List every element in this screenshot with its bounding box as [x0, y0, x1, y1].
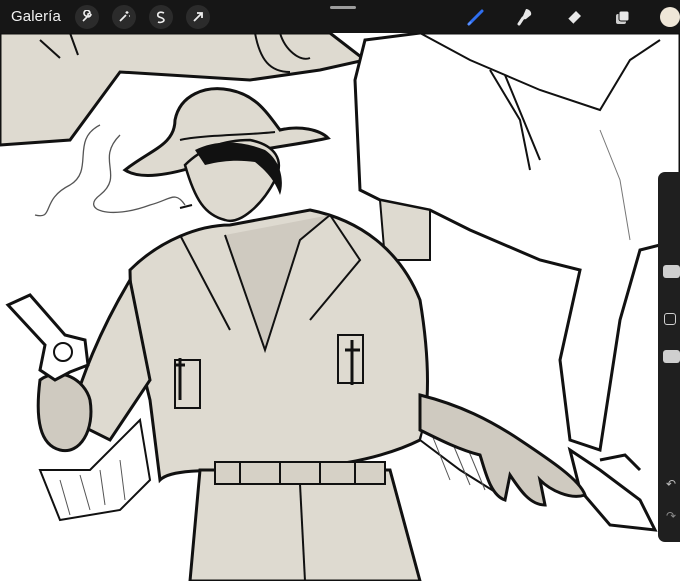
undo-icon[interactable]: ↶: [666, 478, 676, 490]
drag-handle[interactable]: [330, 6, 356, 9]
color-swatch[interactable]: [660, 6, 680, 27]
gallery-button[interactable]: Galería: [11, 8, 61, 25]
brush-size-slider[interactable]: [663, 265, 680, 278]
transform-arrow-icon[interactable]: [185, 4, 210, 29]
trousers: [188, 461, 422, 581]
modify-button[interactable]: [664, 313, 676, 325]
brush-icon[interactable]: [464, 5, 488, 29]
procreate-app: Galería ↶ ↷: [0, 0, 680, 581]
layers-icon[interactable]: [611, 5, 635, 29]
eraser-icon[interactable]: [562, 5, 586, 29]
redo-icon[interactable]: ↷: [666, 510, 676, 522]
hand-with-revolver: [5, 275, 152, 453]
magic-wand-icon[interactable]: [111, 4, 136, 29]
opacity-slider[interactable]: [663, 350, 680, 363]
wrench-icon[interactable]: [74, 4, 99, 29]
drawing-canvas[interactable]: [0, 0, 680, 581]
painting-tools: [464, 0, 680, 33]
top-toolbar: Galería: [0, 0, 680, 33]
selection-icon[interactable]: [148, 4, 173, 29]
smudge-icon[interactable]: [513, 5, 537, 29]
